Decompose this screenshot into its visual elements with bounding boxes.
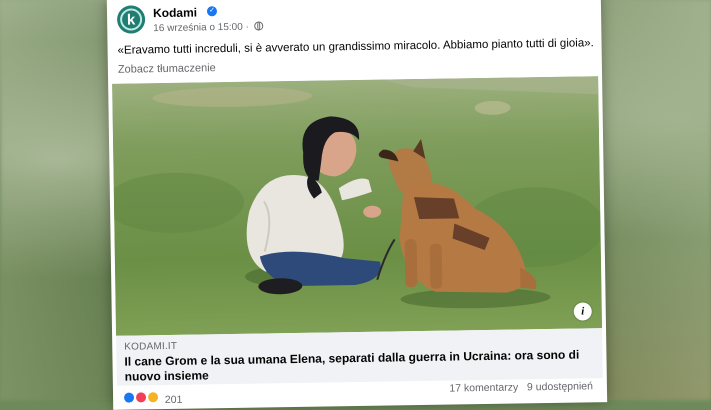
comments-count[interactable]: 17 komentarzy bbox=[449, 381, 518, 394]
link-preview[interactable]: KODAMI.IT Il cane Grom e la sua umana El… bbox=[116, 328, 603, 386]
like-reaction-icon bbox=[122, 391, 136, 404]
see-translation-link[interactable]: Zobacz tłumaczenie bbox=[118, 62, 216, 76]
avatar-ring bbox=[119, 8, 143, 31]
love-reaction-icon bbox=[134, 391, 148, 404]
post-timestamp[interactable]: 16 września o 15:00 bbox=[153, 22, 243, 34]
page-name[interactable]: Kodami bbox=[153, 5, 197, 20]
shares-count[interactable]: 9 udostępnień bbox=[527, 380, 593, 393]
facebook-post-card: k Kodami ✓ 16 września o 15:00 · «Eravam… bbox=[106, 0, 608, 410]
photo-illustration bbox=[112, 76, 603, 336]
link-title[interactable]: Il cane Grom e la sua umana Elena, separ… bbox=[124, 347, 594, 384]
post-photo[interactable]: i bbox=[112, 76, 603, 336]
post-header: k Kodami ✓ 16 września o 15:00 · bbox=[116, 0, 587, 38]
meta-separator: · bbox=[245, 21, 249, 33]
post-text: «Eravamo tutti increduli, si è avverato … bbox=[117, 37, 594, 57]
verified-badge-icon: ✓ bbox=[206, 6, 218, 17]
engagement-counts: 17 komentarzy 9 udostępnień bbox=[449, 380, 593, 394]
post-meta: 16 września o 15:00 · bbox=[153, 21, 264, 34]
background-right-blur bbox=[601, 0, 711, 400]
background-left-blur bbox=[0, 0, 112, 400]
link-domain: KODAMI.IT bbox=[124, 340, 178, 353]
page-avatar[interactable]: k bbox=[116, 5, 146, 34]
care-reaction-icon bbox=[146, 391, 159, 404]
globe-icon bbox=[254, 21, 264, 31]
post-stats: 201 17 komentarzy 9 udostępnień bbox=[122, 380, 593, 407]
reactions-summary[interactable]: 201 bbox=[122, 391, 182, 407]
